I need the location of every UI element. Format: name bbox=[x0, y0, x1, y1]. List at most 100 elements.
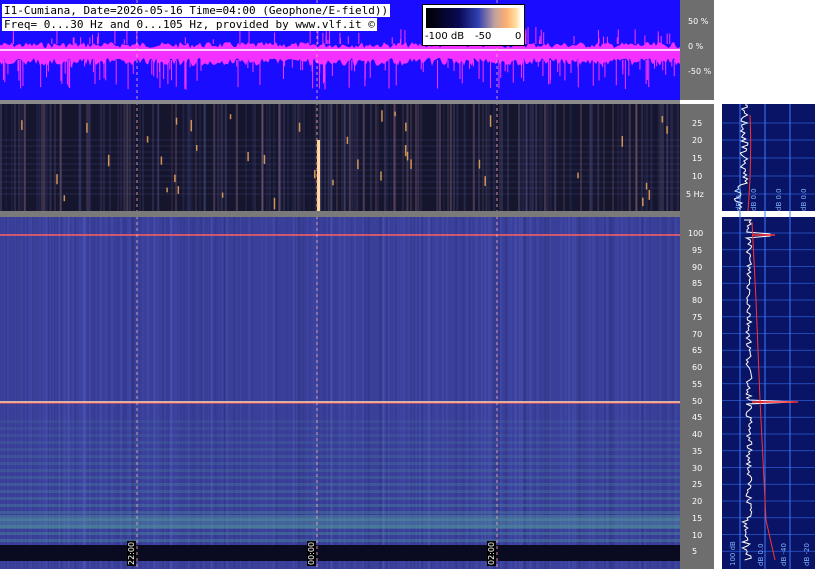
color-scale-min-label: -100 dB bbox=[425, 31, 465, 42]
spectro-event bbox=[621, 135, 624, 147]
low-band-texture bbox=[0, 420, 680, 423]
color-scale-legend: -100 dB -50 0 bbox=[422, 4, 525, 46]
spectro-event bbox=[406, 151, 409, 161]
spectro-event bbox=[642, 197, 644, 207]
spectro-event bbox=[229, 114, 232, 120]
color-scale-gradient bbox=[426, 8, 521, 28]
side-bottom-label-4: dB -20 bbox=[803, 543, 811, 566]
high-frequency-tick-label: 20 bbox=[692, 497, 703, 506]
low-band-texture bbox=[0, 483, 680, 486]
low-band-texture bbox=[0, 434, 680, 437]
low-band-texture bbox=[0, 490, 680, 493]
low-band-texture bbox=[0, 448, 680, 451]
spectro-event bbox=[313, 170, 316, 179]
time-label-2200: 22:00 bbox=[127, 540, 136, 566]
low-band-texture bbox=[0, 462, 680, 465]
spectro-event bbox=[160, 156, 163, 165]
low-band-texture bbox=[0, 476, 680, 479]
spectro-event bbox=[357, 159, 359, 170]
high-frequency-tick-label: 100 bbox=[688, 229, 704, 238]
low-band-texture bbox=[0, 427, 680, 430]
side-bottom-label-2: dB 0.0 bbox=[757, 543, 765, 566]
low-band-texture bbox=[0, 441, 680, 444]
spectro-event bbox=[661, 116, 664, 123]
spectro-event bbox=[263, 154, 266, 164]
spectro-event bbox=[648, 189, 651, 200]
low-band-texture bbox=[0, 504, 680, 507]
spectro-event bbox=[394, 111, 396, 117]
spectro-event bbox=[107, 154, 110, 167]
spectro-event bbox=[174, 174, 176, 183]
color-scale-max-label: 0 bbox=[515, 31, 522, 42]
low-band-texture bbox=[0, 511, 680, 514]
spectro-event bbox=[221, 192, 224, 198]
high-frequency-tick-label: 85 bbox=[692, 279, 703, 289]
time-label-0200: 02:00 bbox=[487, 540, 496, 566]
side-top-label-4: dB 0.0 bbox=[800, 188, 808, 211]
panel-separator bbox=[0, 211, 680, 217]
spectro-event bbox=[273, 197, 276, 210]
spectro-event bbox=[86, 122, 88, 133]
station-title: I1-Cumiana, Date=2026-05-16 Time=04:00 (… bbox=[2, 4, 391, 17]
spectro-event bbox=[177, 186, 180, 194]
low-band-texture bbox=[0, 497, 680, 500]
side-top-label-2: dB 0.0 bbox=[750, 188, 758, 211]
color-scale-mid-label: -50 bbox=[475, 31, 492, 42]
spectro-event bbox=[195, 144, 198, 151]
amplitude-tick-label: -50 % bbox=[688, 67, 712, 76]
high-frequency-tick-label: 30 bbox=[692, 463, 703, 473]
high-frequency-tick-label: 75 bbox=[692, 312, 703, 322]
spectro-event bbox=[166, 187, 168, 193]
spectro-event bbox=[410, 159, 412, 169]
spectro-event bbox=[21, 120, 23, 130]
spectro-event bbox=[56, 174, 58, 185]
high-frequency-tick-label: 90 bbox=[692, 262, 703, 272]
spectro-event bbox=[577, 172, 579, 179]
spectro-event bbox=[478, 159, 481, 169]
high-frequency-tick-label: 80 bbox=[692, 296, 703, 305]
spectro-event bbox=[346, 136, 349, 144]
side-panel-high bbox=[722, 217, 815, 569]
amplitude-tick-label: 50 % bbox=[688, 17, 709, 26]
high-frequency-tick-label: 55 bbox=[692, 379, 703, 389]
spectro-event bbox=[175, 117, 178, 125]
spectro-event bbox=[381, 110, 383, 122]
spectro-event bbox=[645, 182, 648, 190]
spectro-event bbox=[190, 119, 193, 132]
high-frequency-tick-label: 25 bbox=[692, 480, 703, 490]
low-frequency-tick-label: 5 Hz bbox=[686, 190, 704, 199]
spectro-event bbox=[247, 151, 249, 162]
high-frequency-tick-label: 50 bbox=[692, 396, 703, 406]
side-top-label-1: dB 0.0 bbox=[735, 188, 743, 211]
low-band-texture bbox=[0, 532, 680, 535]
low-frequency-tick-label: 25 bbox=[692, 119, 703, 128]
side-bottom-label-3: dB -40 bbox=[780, 543, 788, 566]
side-bottom-label-1: 100 dB bbox=[729, 541, 737, 566]
low-frequency-tick-label: 20 bbox=[692, 136, 703, 145]
spectro-event bbox=[298, 122, 301, 132]
high-frequency-tick-label: 60 bbox=[692, 363, 703, 372]
axis-column-white-gap bbox=[680, 100, 714, 104]
high-frequency-tick-label: 40 bbox=[692, 430, 703, 439]
low-band-glow bbox=[0, 515, 680, 529]
spectro-event bbox=[484, 176, 486, 186]
high-frequency-tick-label: 5 bbox=[692, 547, 698, 557]
spectro-event bbox=[405, 122, 407, 132]
waveform-separator bbox=[0, 100, 680, 104]
high-frequency-tick-label: 10 bbox=[692, 530, 703, 540]
high-frequency-tick-label: 70 bbox=[692, 329, 703, 339]
time-label-0000: 00:00 bbox=[307, 540, 316, 566]
spectro-event bbox=[380, 171, 382, 181]
vlf-spectrogram-window: I1-Cumiana, Date=2026-05-16 Time=04:00 (… bbox=[0, 0, 815, 569]
high-frequency-tick-label: 15 bbox=[692, 513, 703, 523]
spectro-event bbox=[666, 126, 668, 134]
high-frequency-tick-label: 45 bbox=[692, 413, 703, 423]
low-band-texture bbox=[0, 539, 680, 542]
high-frequency-tick-label: 95 bbox=[692, 245, 703, 255]
low-frequency-tick-label: 10 bbox=[692, 172, 703, 181]
amplitude-tick-label: 0 % bbox=[688, 42, 704, 51]
spectro-event bbox=[332, 179, 334, 186]
spectro-event bbox=[63, 195, 66, 202]
spectro-event bbox=[489, 115, 492, 127]
spectro-event bbox=[404, 145, 407, 157]
